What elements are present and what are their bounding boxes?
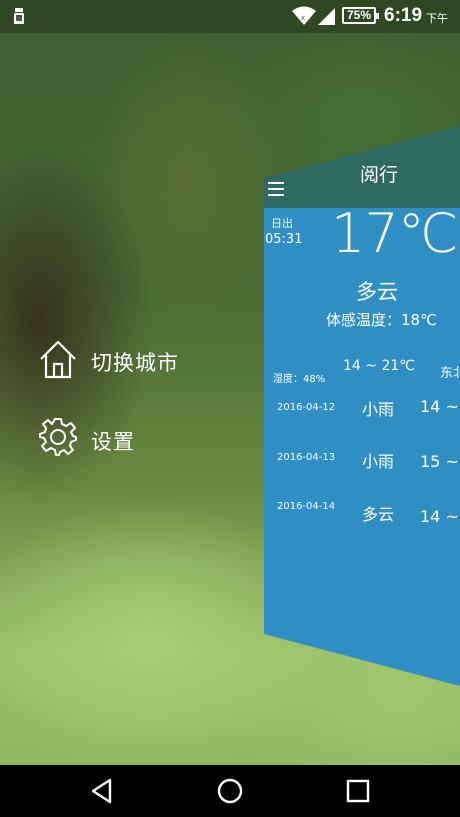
svg-text:x: x (301, 14, 305, 22)
back-icon[interactable] (88, 777, 116, 805)
navigation-bar (0, 765, 460, 817)
forecast-date: 2016-04-12 (277, 402, 336, 413)
forecast-date: 2016-04-13 (277, 452, 336, 463)
notification-icon (14, 8, 24, 24)
menu-item-switch-city[interactable]: 切换城市 (38, 338, 238, 382)
signal-icon (318, 8, 335, 25)
wind-direction: 东北 (440, 366, 460, 381)
weather-card[interactable]: 阅行 日出 05:31 17℃ 多云 体感温度：18℃ 湿度：48% 14 ~ … (264, 126, 460, 686)
recents-icon[interactable] (344, 777, 372, 805)
menu-item-label: 切换城市 (91, 351, 179, 375)
forecast-row: 2016-04-12 小雨 14 ~ (264, 396, 460, 426)
feels-like-temperature: 体感温度：18℃ (326, 311, 437, 329)
forecast-condition: 小雨 (362, 452, 395, 471)
current-condition: 多云 (356, 280, 398, 304)
hamburger-menu-icon[interactable] (268, 182, 284, 198)
forecast-temperature: 14 ~ (420, 397, 459, 416)
city-name: 阅行 (360, 164, 399, 186)
temperature-range: 14 ~ 21℃ (343, 358, 415, 374)
home-circle-icon[interactable] (216, 777, 244, 805)
humidity: 湿度：48% (273, 374, 326, 385)
battery-icon: 75% (342, 7, 379, 24)
menu-item-settings[interactable]: 设置 (38, 417, 238, 461)
forecast-temperature: 14 ~ (420, 507, 459, 526)
forecast-condition: 多云 (362, 505, 395, 524)
status-bar: x 75% 6:19 下午 (0, 0, 460, 33)
home-icon (40, 340, 76, 379)
gear-icon (39, 418, 77, 456)
forecast-date: 2016-04-14 (277, 501, 336, 512)
forecast-condition: 小雨 (362, 400, 395, 419)
sunrise-time: 05:31 (265, 232, 303, 247)
sunrise-label: 日出 (271, 217, 293, 230)
forecast-row: 2016-04-13 小雨 15 ~ (264, 447, 460, 477)
wifi-icon: x (292, 6, 316, 25)
forecast-row: 2016-04-14 多云 14 ~ (264, 497, 460, 527)
clock-ampm: 下午 (426, 13, 448, 25)
clock-time: 6:19 (384, 5, 423, 26)
current-temperature: 17℃ (331, 202, 458, 265)
forecast-temperature: 15 ~ (420, 452, 459, 471)
menu-item-label: 设置 (91, 430, 135, 454)
